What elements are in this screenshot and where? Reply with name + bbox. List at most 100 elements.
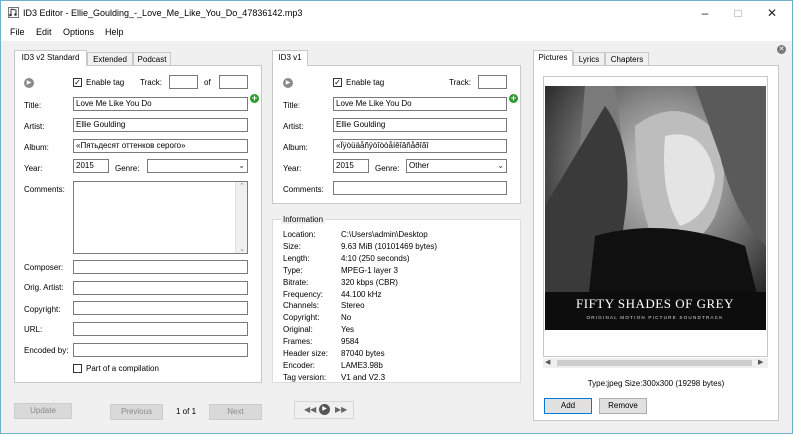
add-picture-button[interactable]: Add: [544, 398, 592, 414]
title-field-v2[interactable]: Love Me Like You Do: [73, 97, 248, 111]
info-value: Yes: [341, 325, 355, 335]
picture-frame: FIFTY SHADES OF GREY ORIGINAL MOTION PIC…: [543, 76, 768, 357]
menu-edit[interactable]: Edit: [36, 27, 52, 37]
info-key: Copyright:: [283, 313, 320, 323]
genre-select-v2[interactable]: ⌄: [147, 159, 248, 173]
tab-pictures[interactable]: Pictures: [533, 50, 573, 66]
track-field-v2[interactable]: [169, 75, 198, 89]
track-total-field[interactable]: [219, 75, 248, 89]
window-title: ID3 Editor - Ellie_Goulding_-_Love_Me_Li…: [23, 8, 303, 18]
previous-button[interactable]: Previous: [110, 404, 163, 420]
artist-field-v1[interactable]: Ellie Goulding: [333, 118, 507, 132]
tab-id3v2-standard[interactable]: ID3 v2 Standard: [14, 50, 87, 66]
enable-tag-checkbox-v1[interactable]: ✓: [333, 78, 342, 87]
play-pause-icon[interactable]: ▶: [319, 404, 330, 415]
genre-select-v1[interactable]: Other ⌄: [406, 159, 507, 173]
menu-file[interactable]: File: [10, 27, 25, 37]
year-field-v1[interactable]: 2015: [333, 159, 369, 173]
album-field-v2[interactable]: «Пятьдесят оттенков серого»: [73, 139, 248, 153]
menu-help[interactable]: Help: [105, 27, 124, 37]
info-value: 320 kbps (CBR): [341, 277, 398, 287]
compilation-checkbox[interactable]: [73, 364, 82, 373]
tab-podcast[interactable]: Podcast: [133, 52, 171, 66]
comments-field-v2[interactable]: [73, 181, 248, 254]
info-key: Size:: [283, 241, 301, 251]
info-value: Stereo: [341, 301, 365, 311]
album-field-v1[interactable]: «Ïÿòüäåñÿòîòòåíêîâñåðîãî: [333, 139, 507, 153]
enable-tag-label-v1: Enable tag: [346, 78, 385, 87]
enable-tag-checkbox-v2[interactable]: ✓: [73, 78, 82, 87]
info-key: Tag version:: [283, 372, 327, 382]
title-field-v1[interactable]: Love Me Like You Do: [333, 97, 507, 111]
rewind-icon[interactable]: ◀◀: [304, 405, 316, 414]
info-key: Header size:: [283, 349, 328, 358]
title-label-v2: Title:: [24, 101, 42, 110]
pictures-panel: FIFTY SHADES OF GREY ORIGINAL MOTION PIC…: [533, 65, 779, 421]
fast-forward-icon[interactable]: ▶▶: [335, 405, 347, 414]
minimize-icon[interactable]: –: [688, 4, 722, 22]
menu-bar: File Edit Options Help: [1, 25, 792, 41]
cover-title-text: FIFTY SHADES OF GREY: [576, 296, 734, 311]
artist-label-v1: Artist:: [283, 122, 304, 131]
cover-subtitle-text: ORIGINAL MOTION PICTURE SOUNDTRACK: [586, 315, 723, 320]
checkmark-icon-v1: ✓: [334, 78, 341, 87]
app-window: ID3 Editor - Ellie_Goulding_-_Love_Me_Li…: [0, 0, 793, 434]
artist-field-v2[interactable]: Ellie Goulding: [73, 118, 248, 132]
picture-hscrollbar[interactable]: ◀ ▶: [543, 358, 768, 368]
composer-field[interactable]: [73, 260, 248, 274]
title-label-v1: Title:: [283, 101, 301, 110]
info-key: Location:: [283, 230, 316, 239]
close-panel-icon[interactable]: ✕: [777, 45, 786, 54]
year-field-v2[interactable]: 2015: [73, 159, 109, 173]
remove-picture-button[interactable]: Remove: [599, 398, 647, 414]
page-indicator: 1 of 1: [176, 407, 197, 416]
info-key: Frequency:: [283, 289, 324, 299]
encoded-by-field[interactable]: [73, 343, 248, 357]
track-field-v1[interactable]: [478, 75, 507, 89]
add-icon-v1[interactable]: +: [509, 94, 518, 103]
information-panel: Information Location: C:\Users\admin\Desk…: [272, 215, 521, 383]
dropdown-arrow-icon: ⌄: [238, 161, 245, 170]
tab-id3v1[interactable]: ID3 v1: [272, 50, 308, 66]
info-key: Length:: [283, 253, 310, 263]
artist-label-v2: Artist:: [24, 122, 45, 131]
next-button[interactable]: Next: [209, 404, 262, 420]
dropdown-arrow-icon-v1: ⌄: [497, 161, 504, 170]
genre-label-v2: Genre:: [115, 164, 140, 173]
album-label-v2: Album:: [24, 143, 49, 152]
of-label: of: [204, 78, 211, 87]
comments-field-v1[interactable]: [333, 181, 507, 195]
tab-chapters[interactable]: Chapters: [605, 52, 649, 66]
tab-extended[interactable]: Extended: [87, 52, 133, 66]
comments-scrollbar[interactable]: ⌃ ⌄: [235, 182, 247, 253]
update-button[interactable]: Update: [14, 403, 72, 419]
orig-artist-field[interactable]: [73, 281, 248, 295]
add-icon[interactable]: +: [250, 94, 259, 103]
info-value: LAME3.98b: [341, 360, 383, 370]
menu-options[interactable]: Options: [63, 27, 94, 37]
info-value: 9584: [341, 337, 359, 347]
play-icon[interactable]: ▶: [24, 78, 34, 88]
comments-label-v2: Comments:: [24, 185, 65, 194]
album-label-v1: Album:: [283, 143, 308, 152]
playback-controls: ◀◀ ▶ ▶▶: [294, 401, 354, 419]
play-icon-v1[interactable]: ▶: [283, 78, 293, 88]
close-icon[interactable]: ✕: [755, 4, 789, 22]
info-key: Original:: [283, 325, 313, 335]
encoded-by-label: Encoded by:: [24, 346, 69, 355]
url-field[interactable]: [73, 322, 248, 336]
tab-lyrics[interactable]: Lyrics: [573, 52, 605, 66]
title-bar: ID3 Editor - Ellie_Goulding_-_Love_Me_Li…: [1, 1, 792, 25]
information-header: Information: [281, 215, 326, 224]
picture-type-info: Type:jpeg Size:300x300 (19298 bytes): [587, 379, 725, 388]
info-key: Channels:: [283, 301, 320, 311]
album-cover-image: FIFTY SHADES OF GREY ORIGINAL MOTION PIC…: [545, 86, 766, 330]
copyright-label: Copyright:: [24, 305, 61, 314]
copyright-field[interactable]: [73, 301, 248, 315]
info-value: MPEG-1 layer 3: [341, 265, 398, 275]
track-label-v2: Track:: [140, 78, 162, 87]
orig-artist-label: Orig. Artist:: [24, 283, 64, 292]
maximize-icon[interactable]: □: [721, 4, 755, 22]
year-label-v1: Year:: [283, 164, 302, 173]
genre-value-v1: Other: [409, 161, 430, 170]
